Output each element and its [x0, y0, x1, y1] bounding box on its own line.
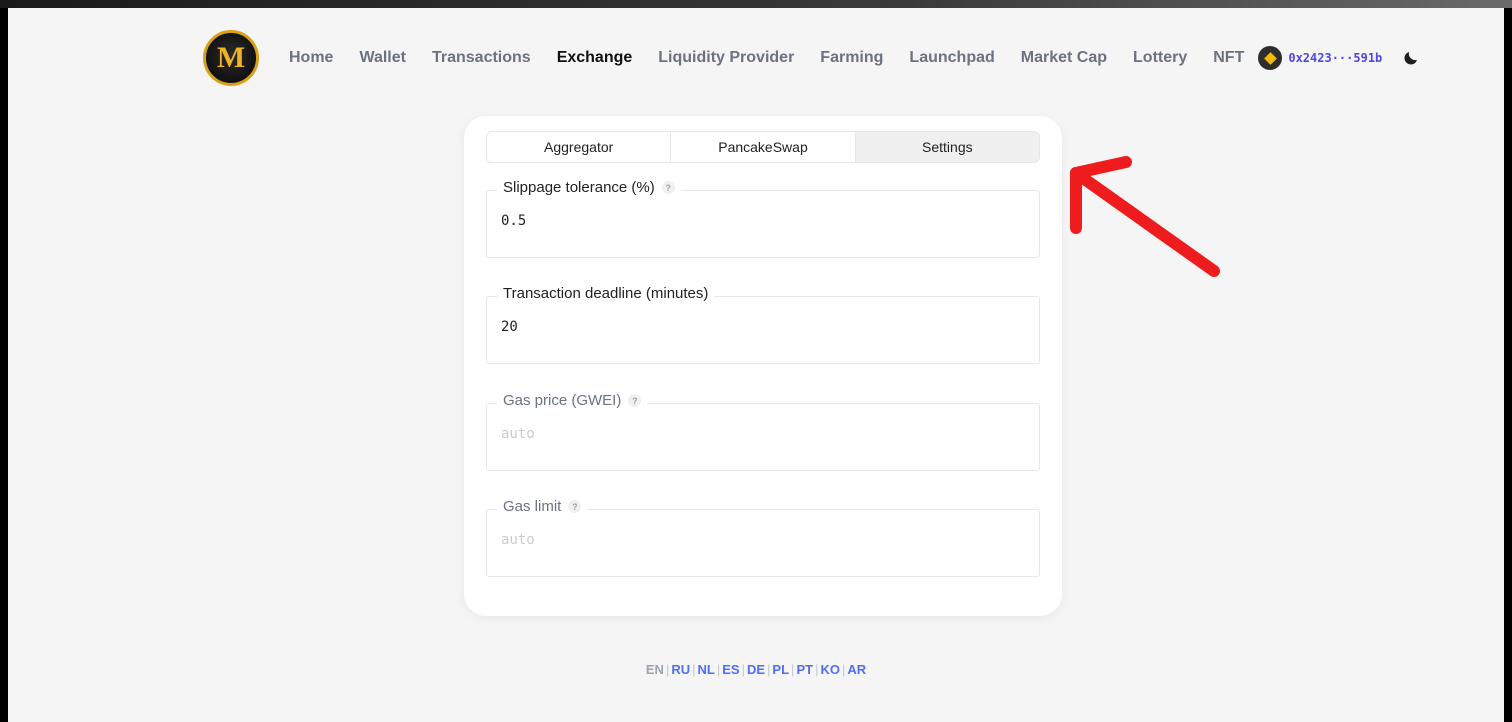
lang-ko[interactable]: KO: [820, 662, 840, 677]
slippage-label: Slippage tolerance (%) ?: [497, 179, 681, 196]
lang-es[interactable]: ES: [722, 662, 739, 677]
gas-limit-label: Gas limit ?: [497, 498, 588, 515]
lang-pl[interactable]: PL: [772, 662, 789, 677]
slippage-field: Slippage tolerance (%) ?: [486, 179, 1040, 258]
header-nav: M Home Wallet Transactions Exchange Liqu…: [203, 28, 1420, 88]
gas-limit-input[interactable]: [501, 532, 1001, 548]
nav-transactions[interactable]: Transactions: [432, 49, 531, 67]
tab-aggregator[interactable]: Aggregator: [487, 132, 672, 162]
language-switcher: EN | RU | NL | ES | DE | PL | PT | KO | AR: [645, 662, 867, 677]
wallet-button[interactable]: 0x2423···591b: [1258, 46, 1382, 70]
lang-de[interactable]: DE: [747, 662, 765, 677]
wallet-address: 0x2423···591b: [1288, 51, 1383, 65]
nav-wallet[interactable]: Wallet: [359, 49, 406, 67]
nav-lottery[interactable]: Lottery: [1133, 49, 1187, 67]
logo-letter: M: [216, 41, 246, 74]
exchange-tabs: Aggregator PancakeSwap Settings: [486, 131, 1040, 163]
lang-en[interactable]: EN: [646, 662, 664, 677]
nav-market-cap[interactable]: Market Cap: [1021, 49, 1107, 67]
window-top-strip: [0, 0, 1512, 8]
nav-exchange[interactable]: Exchange: [557, 49, 633, 67]
tab-settings[interactable]: Settings: [855, 132, 1039, 162]
deadline-label: Transaction deadline (minutes): [497, 285, 715, 302]
moon-icon[interactable]: [1402, 49, 1420, 67]
lang-ru[interactable]: RU: [671, 662, 690, 677]
lang-nl[interactable]: NL: [698, 662, 715, 677]
page: M Home Wallet Transactions Exchange Liqu…: [8, 8, 1504, 722]
deadline-input[interactable]: [501, 319, 1001, 335]
bnb-icon: [1258, 46, 1283, 70]
gas-price-input[interactable]: [501, 426, 1001, 442]
help-icon[interactable]: ?: [628, 394, 642, 407]
nav-farming[interactable]: Farming: [820, 49, 883, 67]
slippage-input[interactable]: [501, 213, 1001, 229]
logo[interactable]: M: [203, 30, 259, 86]
gas-price-field: Gas price (GWEI) ?: [486, 392, 1040, 471]
red-arrow-annotation-icon: [1070, 156, 1220, 277]
gas-price-label: Gas price (GWEI) ?: [497, 392, 648, 409]
help-icon[interactable]: ?: [568, 500, 582, 513]
gas-limit-field: Gas limit ?: [486, 498, 1040, 577]
deadline-field: Transaction deadline (minutes): [486, 285, 1040, 364]
lang-pt[interactable]: PT: [796, 662, 813, 677]
settings-card: Aggregator PancakeSwap Settings Slippage…: [464, 116, 1062, 616]
help-icon[interactable]: ?: [661, 181, 675, 194]
nav-nft[interactable]: NFT: [1213, 49, 1244, 67]
nav-liquidity-provider[interactable]: Liquidity Provider: [658, 49, 794, 67]
nav-home[interactable]: Home: [289, 49, 333, 67]
tab-pancakeswap[interactable]: PancakeSwap: [671, 132, 856, 162]
nav-launchpad[interactable]: Launchpad: [909, 49, 994, 67]
lang-ar[interactable]: AR: [847, 662, 866, 677]
nav-links: Home Wallet Transactions Exchange Liquid…: [289, 49, 1270, 67]
